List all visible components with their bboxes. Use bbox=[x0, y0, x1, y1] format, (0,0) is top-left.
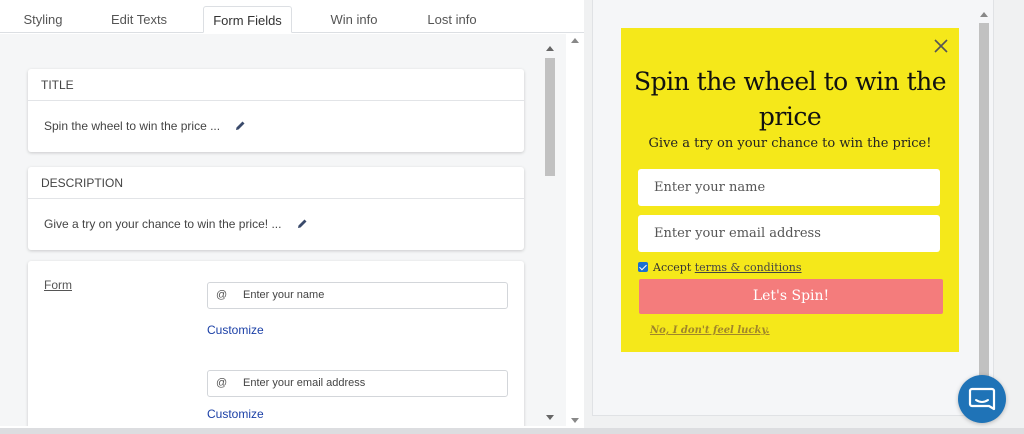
lets-spin-button[interactable]: Let's Spin! bbox=[639, 279, 943, 314]
scroll-down-arrow-icon[interactable] bbox=[546, 415, 554, 420]
accept-checkbox[interactable] bbox=[638, 262, 648, 272]
chat-icon bbox=[968, 387, 996, 411]
tab-edit-texts[interactable]: Edit Texts bbox=[106, 6, 172, 33]
email-field-preview[interactable]: @ Enter your email address bbox=[207, 370, 508, 397]
inner-scrollbar[interactable] bbox=[543, 42, 557, 426]
popup-email-input[interactable]: Enter your email address bbox=[638, 215, 940, 252]
outer-scrollbar[interactable] bbox=[566, 33, 584, 428]
name-field-preview[interactable]: @ Enter your name bbox=[207, 282, 508, 309]
email-field-placeholder: Enter your email address bbox=[243, 377, 366, 389]
close-icon[interactable] bbox=[933, 38, 949, 54]
description-card-body[interactable]: Give a try on your chance to win the pri… bbox=[28, 199, 524, 249]
title-card: TITLE Spin the wheel to win the price ..… bbox=[28, 69, 524, 152]
decline-link[interactable]: No, I don't feel lucky. bbox=[650, 325, 770, 336]
tab-form-fields[interactable]: Form Fields bbox=[203, 6, 292, 33]
horizontal-scrollbar[interactable] bbox=[0, 428, 1024, 434]
scroll-up-arrow-icon[interactable] bbox=[571, 38, 579, 43]
form-label[interactable]: Form bbox=[44, 278, 72, 292]
tab-lost-info[interactable]: Lost info bbox=[422, 6, 482, 33]
tab-bar: Styling Edit Texts Form Fields Win info … bbox=[0, 0, 584, 33]
at-icon: @ bbox=[216, 289, 228, 301]
description-card-header: DESCRIPTION bbox=[28, 167, 524, 199]
popup-description: Give a try on your chance to win the pri… bbox=[648, 136, 932, 151]
terms-link[interactable]: terms & conditions bbox=[695, 261, 802, 274]
tab-win-info[interactable]: Win info bbox=[324, 6, 384, 33]
scroll-down-arrow-icon[interactable] bbox=[571, 418, 579, 423]
scroll-up-arrow-icon[interactable] bbox=[546, 46, 554, 51]
scroll-up-arrow-icon[interactable] bbox=[980, 12, 988, 17]
pencil-icon[interactable] bbox=[297, 200, 308, 250]
tab-styling[interactable]: Styling bbox=[12, 6, 74, 33]
description-value: Give a try on your chance to win the pri… bbox=[44, 217, 282, 231]
form-card: Form @ Enter your name Customize @ Enter… bbox=[28, 261, 524, 426]
popup-name-input[interactable]: Enter your name bbox=[638, 169, 940, 206]
preview-scrollbar[interactable] bbox=[977, 8, 991, 416]
customize-email-link[interactable]: Customize bbox=[207, 407, 264, 421]
scrollbar-thumb[interactable] bbox=[545, 58, 555, 176]
accept-label: Accept bbox=[653, 261, 692, 274]
scrollbar-thumb[interactable] bbox=[979, 23, 989, 383]
title-value: Spin the wheel to win the price ... bbox=[44, 119, 221, 133]
settings-scroll-area: TITLE Spin the wheel to win the price ..… bbox=[0, 34, 566, 426]
at-icon: @ bbox=[216, 377, 228, 389]
pencil-icon[interactable] bbox=[235, 102, 246, 152]
title-card-header: TITLE bbox=[28, 69, 524, 101]
accept-terms: Accept terms & conditions bbox=[638, 261, 802, 274]
popup-title: Spin the wheel to win the price bbox=[633, 67, 947, 131]
editor-panel: Styling Edit Texts Form Fields Win info … bbox=[0, 0, 584, 434]
title-card-body[interactable]: Spin the wheel to win the price ... bbox=[28, 101, 524, 151]
name-field-placeholder: Enter your name bbox=[243, 289, 325, 301]
customize-name-link[interactable]: Customize bbox=[207, 323, 264, 337]
chat-button[interactable] bbox=[958, 375, 1006, 423]
spin-popup-preview: Spin the wheel to win the price Give a t… bbox=[621, 28, 959, 352]
description-card: DESCRIPTION Give a try on your chance to… bbox=[28, 167, 524, 250]
